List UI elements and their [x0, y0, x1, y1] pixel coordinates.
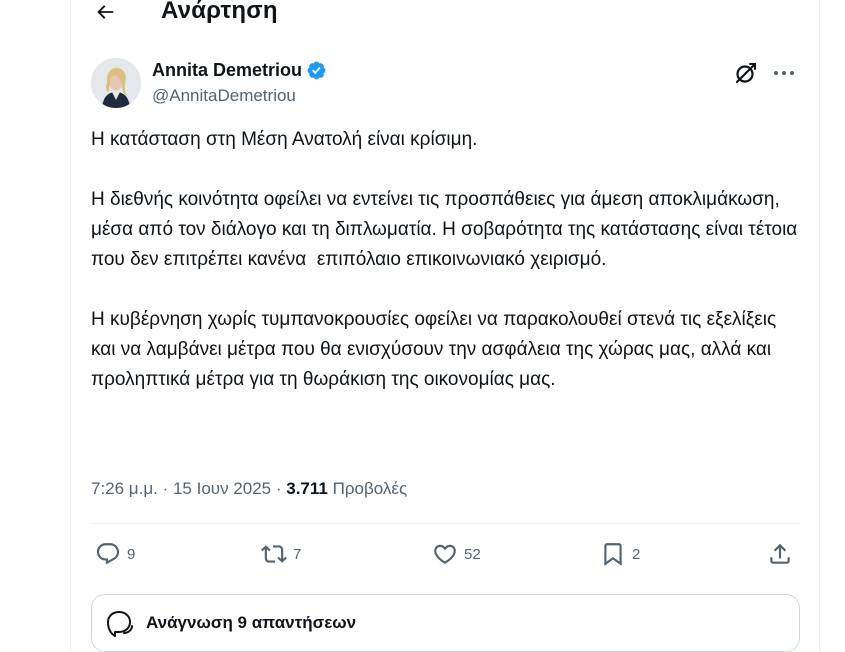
display-name-row: Annita Demetriou [152, 60, 327, 81]
views-label: Προβολές [332, 479, 408, 498]
bookmark-icon [604, 543, 622, 566]
repost-count: 7 [293, 545, 302, 563]
back-arrow-icon [97, 5, 114, 19]
like-count: 52 [464, 545, 481, 563]
tweet-date: 15 Ιουν 2025 [172, 479, 272, 498]
repost-button[interactable]: 7 [261, 535, 301, 573]
bookmark-count: 2 [632, 545, 641, 563]
tweet-paragraph: Η κατάσταση στη Μέση Ανατολή είναι κρίσι… [91, 129, 478, 150]
divider [91, 523, 801, 524]
page-header: Ανάρτηση [71, 0, 821, 30]
grok-icon [735, 62, 757, 84]
back-button[interactable] [89, 0, 121, 28]
reply-button[interactable]: 9 [95, 535, 135, 573]
reply-icon [96, 543, 120, 565]
more-icon [774, 71, 794, 75]
tweet-paragraph: Η διεθνής κοινότητα οφείλει να εντείνει … [91, 189, 803, 270]
views-count: 3.711 [286, 479, 328, 498]
tweet-paragraph: Η κυβέρνηση χωρίς τυμπανοκρουσίες οφείλε… [91, 309, 782, 390]
display-name[interactable]: Annita Demetriou [152, 60, 302, 81]
meta-separator: · [271, 479, 287, 498]
repost-icon [261, 545, 287, 563]
conversation-icon [107, 611, 133, 637]
timestamp-link[interactable]: 7:26 μ.μ. · 15 Ιουν 2025 [91, 479, 271, 498]
like-icon [434, 544, 456, 564]
tweet-meta: 7:26 μ.μ. · 15 Ιουν 2025 · 3.711 Προβολέ… [91, 479, 407, 499]
share-icon [770, 543, 790, 564]
page-title: Ανάρτηση [161, 0, 278, 24]
verified-badge-icon [307, 61, 326, 80]
avatar-image [91, 58, 141, 108]
share-button[interactable] [767, 535, 793, 573]
avatar[interactable] [91, 58, 141, 108]
more-options-button[interactable] [771, 60, 797, 86]
meta-separator: · [157, 479, 173, 498]
tweet-time: 7:26 μ.μ. [91, 479, 158, 498]
author-handle[interactable]: @AnnitaDemetriou [152, 86, 296, 106]
post-column: Ανάρτηση Annita Demetriou @AnnitaDemetri… [70, 0, 820, 652]
read-replies-button[interactable]: Ανάγνωση 9 απαντήσεων [91, 594, 800, 652]
like-button[interactable]: 52 [432, 535, 481, 573]
reply-count: 9 [127, 545, 136, 563]
read-replies-label: Ανάγνωση 9 απαντήσεων [146, 613, 357, 632]
tweet-text: Η κατάσταση στη Μέση Ανατολή είναι κρίσι… [91, 125, 803, 395]
grok-button[interactable] [733, 60, 759, 86]
action-bar: 9 7 52 2 [91, 535, 803, 573]
author-block: Annita Demetriou @AnnitaDemetriou [91, 56, 801, 110]
bookmark-button[interactable]: 2 [600, 535, 640, 573]
